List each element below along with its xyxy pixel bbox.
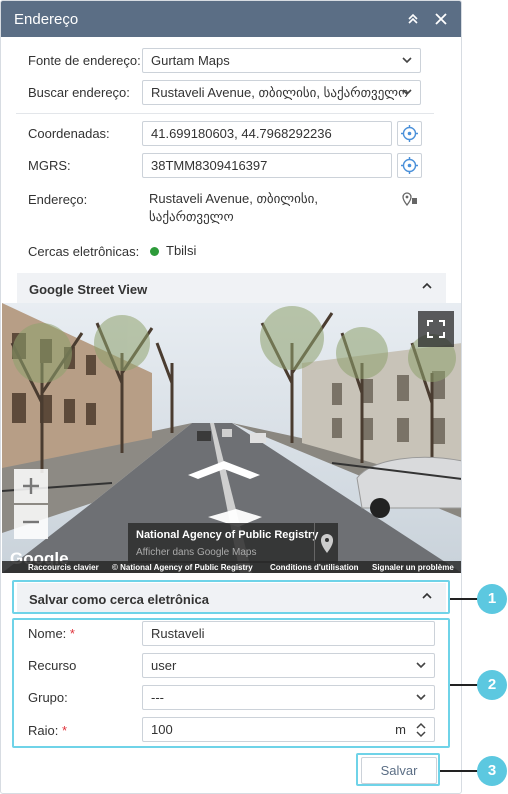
titlebar: Endereço [1, 1, 461, 37]
callout-1: 1 [477, 584, 507, 614]
crosshair-icon [401, 125, 418, 142]
street-view-header[interactable]: Google Street View [17, 273, 446, 303]
fullscreen-button[interactable] [418, 311, 454, 347]
callout-line-2 [450, 684, 480, 686]
chevron-up-icon [422, 282, 432, 289]
zoom-out-button[interactable] [14, 505, 48, 539]
open-in-maps-button[interactable] [314, 523, 338, 563]
collapse-window-button[interactable] [403, 9, 423, 29]
search-address-label: Buscar endereço: [28, 85, 130, 100]
copyright-text: © National Agency of Public Registry [112, 563, 253, 572]
locate-coordinates-button[interactable] [397, 121, 422, 146]
search-address-value: Rustaveli Avenue, თბილისი, საქართველო [151, 85, 409, 100]
callout-2: 2 [477, 670, 507, 700]
double-chevron-up-icon [408, 13, 418, 24]
callout-3: 3 [477, 756, 507, 786]
chevron-down-icon [402, 89, 412, 96]
location-pin-icon [402, 192, 417, 207]
terms-link[interactable]: Conditions d'utilisation [270, 563, 359, 572]
add-geofence-icon[interactable] [402, 192, 418, 209]
street-view-footer: Raccourcis clavier © National Agency of … [2, 561, 461, 573]
address-label: Endereço: [28, 192, 88, 207]
locate-mgrs-button[interactable] [397, 153, 422, 178]
coordinates-label: Coordenadas: [28, 126, 110, 141]
address-line-1: Rustaveli Avenue, თბილისი, [149, 191, 319, 206]
location-info-sub[interactable]: Afficher dans Google Maps [136, 547, 256, 558]
address-line-2: საქართველო [149, 209, 234, 224]
geofence-status-dot [150, 247, 159, 256]
callout-line-3 [440, 770, 480, 772]
keyboard-shortcuts-link[interactable]: Raccourcis clavier [28, 563, 99, 572]
highlight-save-button [356, 753, 440, 786]
close-icon [435, 13, 447, 25]
close-button[interactable] [431, 9, 451, 29]
location-info-title: National Agency of Public Registry [136, 529, 319, 541]
fullscreen-icon [427, 320, 445, 338]
zoom-in-button[interactable] [14, 469, 48, 503]
map-pin-icon [321, 534, 333, 553]
divider [16, 113, 434, 114]
mgrs-input[interactable]: 38TMM8309416397 [142, 153, 392, 178]
geofence-name[interactable]: Tbilsi [166, 242, 196, 260]
coordinates-value: 41.699180603, 44.7968292236 [151, 126, 332, 141]
mgrs-value: 38TMM8309416397 [151, 158, 268, 173]
street-view-title: Google Street View [29, 282, 148, 297]
plus-icon [23, 478, 39, 494]
street-view-panorama[interactable]: National Agency of Public Registry Affic… [2, 303, 461, 573]
window-title: Endereço [14, 11, 79, 28]
coordinates-input[interactable]: 41.699180603, 44.7968292236 [142, 121, 392, 146]
crosshair-icon [401, 157, 418, 174]
highlight-section-header [12, 580, 450, 614]
callout-line-1 [450, 598, 480, 600]
report-problem-link[interactable]: Signaler un problème [372, 563, 454, 572]
chevron-down-icon [402, 57, 412, 64]
address-value: Rustaveli Avenue, თბილისი, საქართველო [149, 190, 318, 226]
address-source-value: Gurtam Maps [151, 53, 230, 68]
address-source-label: Fonte de endereço: [28, 53, 141, 68]
geofences-label: Cercas eletrônicas: [28, 244, 140, 259]
minus-icon [23, 520, 39, 524]
mgrs-label: MGRS: [28, 158, 71, 173]
highlight-form-fields [12, 618, 450, 748]
address-source-select[interactable]: Gurtam Maps [142, 48, 421, 73]
location-info-box[interactable]: National Agency of Public Registry Affic… [128, 523, 338, 563]
search-address-select[interactable]: Rustaveli Avenue, თბილისი, საქართველო [142, 80, 421, 105]
